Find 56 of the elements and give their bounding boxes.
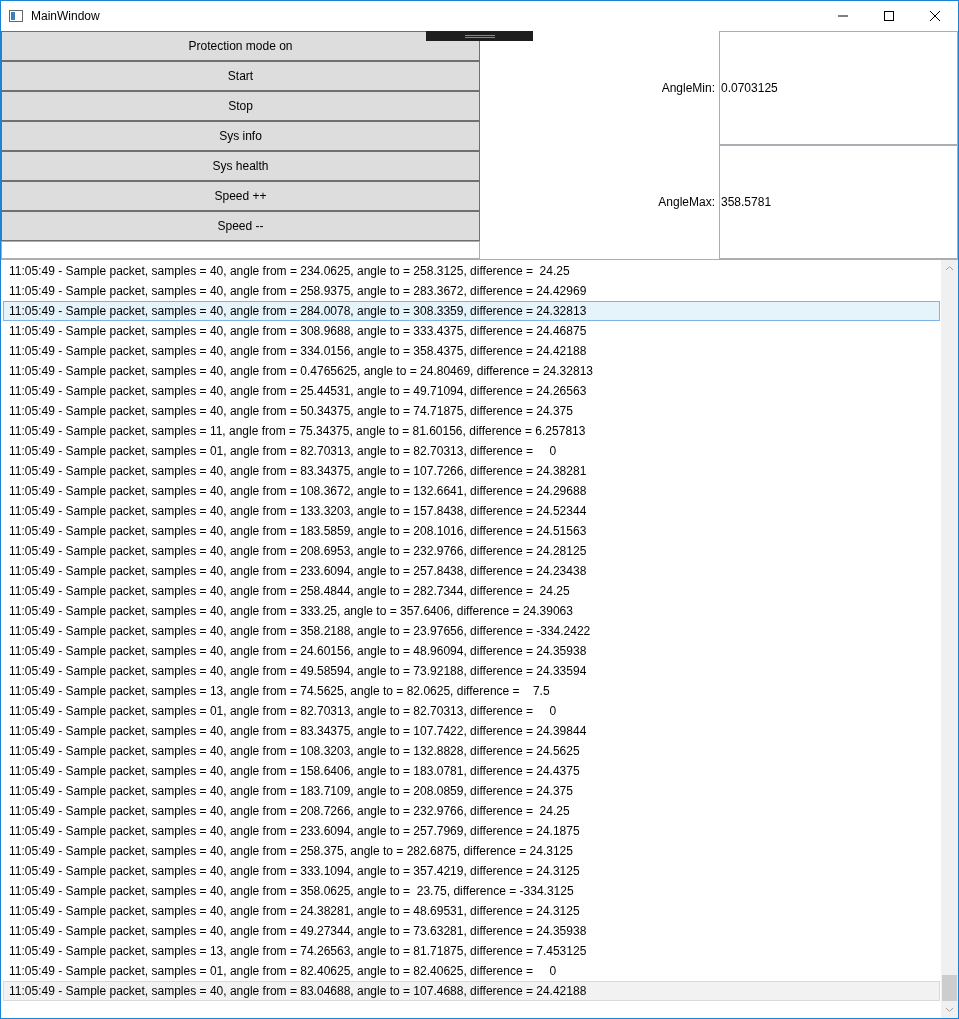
log-entry[interactable]: 11:05:49 - Sample packet, samples = 40, angle from = 234.0625, angle to = 258.3125, difference = 24.25: [3, 261, 940, 281]
log-entry[interactable]: 11:05:49 - Sample packet, samples = 40, angle from = 0.4765625, angle to = 24.80469, difference = 24.32813: [3, 361, 940, 381]
command-button[interactable]: Sys health: [1, 151, 480, 181]
log-entry[interactable]: 11:05:49 - Sample packet, samples = 40, angle from = 258.4844, angle to = 282.7344, difference = 24.25: [3, 581, 940, 601]
log-entry[interactable]: 11:05:49 - Sample packet, samples = 11, angle from = 75.34375, angle to = 81.60156, difference = 6.257813: [3, 421, 940, 441]
log-entry[interactable]: 11:05:49 - Sample packet, samples = 40, angle from = 133.3203, angle to = 157.8438, difference = 24.52344: [3, 501, 940, 521]
log-entry[interactable]: 11:05:49 - Sample packet, samples = 40, angle from = 308.9688, angle to = 333.4375, difference = 24.46875: [3, 321, 940, 341]
log-entry[interactable]: 11:05:49 - Sample packet, samples = 40, angle from = 333.1094, angle to = 357.4219, difference = 24.3125: [3, 861, 940, 881]
log-entry[interactable]: 11:05:49 - Sample packet, samples = 40, angle from = 358.0625, angle to = 23.75, difference = -334.3125: [3, 881, 940, 901]
log-entry[interactable]: 11:05:49 - Sample packet, samples = 40, angle from = 233.6094, angle to = 257.8438, difference = 24.23438: [3, 561, 940, 581]
command-button[interactable]: Start: [1, 61, 480, 91]
log-entry[interactable]: 11:05:49 - Sample packet, samples = 01, angle from = 82.70313, angle to = 82.70313, difference = 0: [3, 701, 940, 721]
log-entry[interactable]: 11:05:49 - Sample packet, samples = 40, angle from = 334.0156, angle to = 358.4375, difference = 24.42188: [3, 341, 940, 361]
log-entry[interactable]: 11:05:49 - Sample packet, samples = 40, angle from = 258.375, angle to = 282.6875, difference = 24.3125: [3, 841, 940, 861]
value-field[interactable]: 0.0703125: [719, 31, 958, 145]
log-entry[interactable]: 11:05:49 - Sample packet, samples = 40, angle from = 83.04688, angle to = 107.4688, difference = 24.42188: [3, 981, 940, 1001]
log-entry[interactable]: 11:05:49 - Sample packet, samples = 13, angle from = 74.5625, angle to = 82.0625, difference = 7.5: [3, 681, 940, 701]
log-entry[interactable]: 11:05:49 - Sample packet, samples = 40, angle from = 233.6094, angle to = 257.7969, difference = 24.1875: [3, 821, 940, 841]
log-entry[interactable]: 11:05:49 - Sample packet, samples = 40, angle from = 49.27344, angle to = 73.63281, difference = 24.35938: [3, 921, 940, 941]
log-entry[interactable]: 11:05:49 - Sample packet, samples = 40, angle from = 208.6953, angle to = 232.9766, difference = 24.28125: [3, 541, 940, 561]
grid-splitter[interactable]: [426, 31, 533, 41]
scrollbar[interactable]: [941, 260, 958, 1018]
log-entry[interactable]: 11:05:49 - Sample packet, samples = 40, angle from = 25.44531, angle to = 49.71094, difference = 24.26563: [3, 381, 940, 401]
log-entry[interactable]: 11:05:49 - Sample packet, samples = 40, angle from = 258.9375, angle to = 283.3672, difference = 24.42969: [3, 281, 940, 301]
field-label: AngleMax:: [657, 194, 716, 211]
log-entry[interactable]: 11:05:49 - Sample packet, samples = 40, angle from = 83.34375, angle to = 107.7422, difference = 24.39844: [3, 721, 940, 741]
command-button[interactable]: Speed --: [1, 211, 480, 241]
log-entry[interactable]: 11:05:49 - Sample packet, samples = 40, angle from = 208.7266, angle to = 232.9766, difference = 24.25: [3, 801, 940, 821]
log-entry[interactable]: 11:05:49 - Sample packet, samples = 40, angle from = 108.3672, angle to = 132.6641, difference = 24.29688: [3, 481, 940, 501]
window-title: MainWindow: [31, 8, 100, 25]
text-input[interactable]: [1, 241, 480, 259]
log-entry[interactable]: 11:05:49 - Sample packet, samples = 01, angle from = 82.40625, angle to = 82.40625, difference = 0: [3, 961, 940, 981]
maximize-icon: [884, 11, 894, 21]
log-entry[interactable]: 11:05:49 - Sample packet, samples = 40, angle from = 24.38281, angle to = 48.69531, difference = 24.3125: [3, 901, 940, 921]
command-button[interactable]: Sys info: [1, 121, 480, 151]
command-button[interactable]: Stop: [1, 91, 480, 121]
log-entry[interactable]: 11:05:49 - Sample packet, samples = 40, angle from = 24.60156, angle to = 48.96094, difference = 24.35938: [3, 641, 940, 661]
log-entry[interactable]: 11:05:49 - Sample packet, samples = 40, angle from = 333.25, angle to = 357.6406, difference = 24.39063: [3, 601, 940, 621]
log-entry[interactable]: 11:05:49 - Sample packet, samples = 01, angle from = 82.70313, angle to = 82.70313, difference = 0: [3, 441, 940, 461]
log-entry[interactable]: 11:05:49 - Sample packet, samples = 40, angle from = 108.3203, angle to = 132.8828, difference = 24.5625: [3, 741, 940, 761]
close-icon: [930, 11, 940, 21]
command-button[interactable]: Speed ++: [1, 181, 480, 211]
command-button[interactable]: Protection mode on: [1, 31, 480, 61]
log-entry[interactable]: 11:05:49 - Sample packet, samples = 40, angle from = 183.5859, angle to = 208.1016, difference = 24.51563: [3, 521, 940, 541]
field-label: AngleMin:: [660, 80, 716, 97]
value-field[interactable]: 358.5781: [719, 145, 958, 259]
log-entry[interactable]: 11:05:49 - Sample packet, samples = 40, angle from = 358.2188, angle to = 23.97656, difference = -334.2422: [3, 621, 940, 641]
log-entry[interactable]: 11:05:49 - Sample packet, samples = 40, angle from = 50.34375, angle to = 74.71875, difference = 24.375: [3, 401, 940, 421]
log-entry[interactable]: 11:05:49 - Sample packet, samples = 40, angle from = 183.7109, angle to = 208.0859, difference = 24.375: [3, 781, 940, 801]
log-entry[interactable]: 11:05:49 - Sample packet, samples = 40, angle from = 284.0078, angle to = 308.3359, difference = 24.32813: [3, 301, 940, 321]
log-entry[interactable]: 11:05:49 - Sample packet, samples = 40, angle from = 49.58594, angle to = 73.92188, difference = 24.33594: [3, 661, 940, 681]
log-entry[interactable]: 11:05:49 - Sample packet, samples = 40, angle from = 158.6406, angle to = 183.0781, difference = 24.4375: [3, 761, 940, 781]
scrollbar-thumb[interactable]: [942, 975, 957, 1001]
log-entry[interactable]: 11:05:49 - Sample packet, samples = 40, angle from = 83.34375, angle to = 107.7266, difference = 24.38281: [3, 461, 940, 481]
log-entry[interactable]: 11:05:49 - Sample packet, samples = 13, angle from = 74.26563, angle to = 81.71875, difference = 7.453125: [3, 941, 940, 961]
app-icon: [9, 10, 23, 22]
